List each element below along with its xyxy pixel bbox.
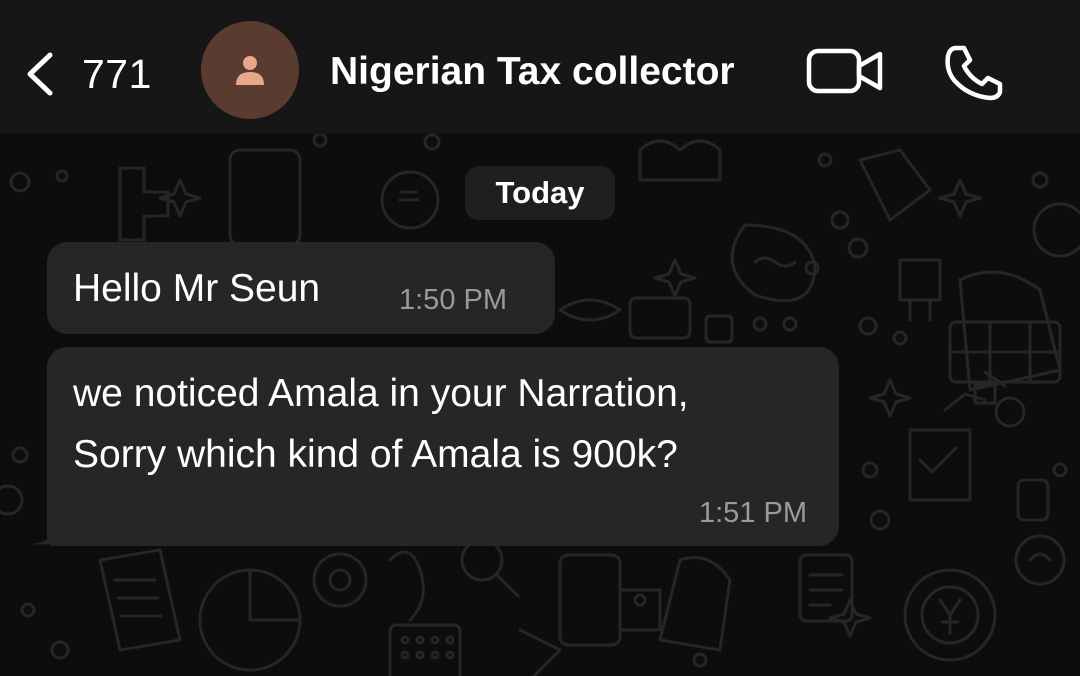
video-camera-icon <box>806 48 883 94</box>
unread-count: 771 <box>82 50 152 97</box>
message-bubble[interactable]: we noticed Amala in your Narration, Sorr… <box>47 347 839 546</box>
video-call-button[interactable] <box>806 46 884 96</box>
chat-header: 771 Nigerian Tax collector <box>0 0 1080 134</box>
message-bubble[interactable]: Hello Mr Seun 1:50 PM <box>47 242 555 334</box>
message-text: we noticed Amala in your Narration, Sorr… <box>73 363 689 485</box>
phone-icon <box>945 45 1003 101</box>
contact-name[interactable]: Nigerian Tax collector <box>330 48 735 96</box>
voice-call-button[interactable] <box>942 42 1006 102</box>
message-timestamp: 1:50 PM <box>399 284 507 316</box>
chevron-left-icon <box>27 52 53 96</box>
message-line: Sorry which kind of Amala is 900k? <box>73 433 678 476</box>
date-separator: Today <box>465 166 615 220</box>
avatar[interactable] <box>201 21 299 119</box>
person-icon <box>236 56 264 85</box>
message-timestamp: 1:51 PM <box>699 497 807 529</box>
chat-screen: 771 Nigerian Tax collector Today Hello M… <box>0 0 1080 676</box>
message-line: we noticed Amala in your Narration, <box>73 372 689 415</box>
message-line: Hello Mr Seun <box>73 267 321 310</box>
back-button[interactable]: 771 <box>22 44 152 104</box>
message-text: Hello Mr Seun <box>73 258 320 319</box>
